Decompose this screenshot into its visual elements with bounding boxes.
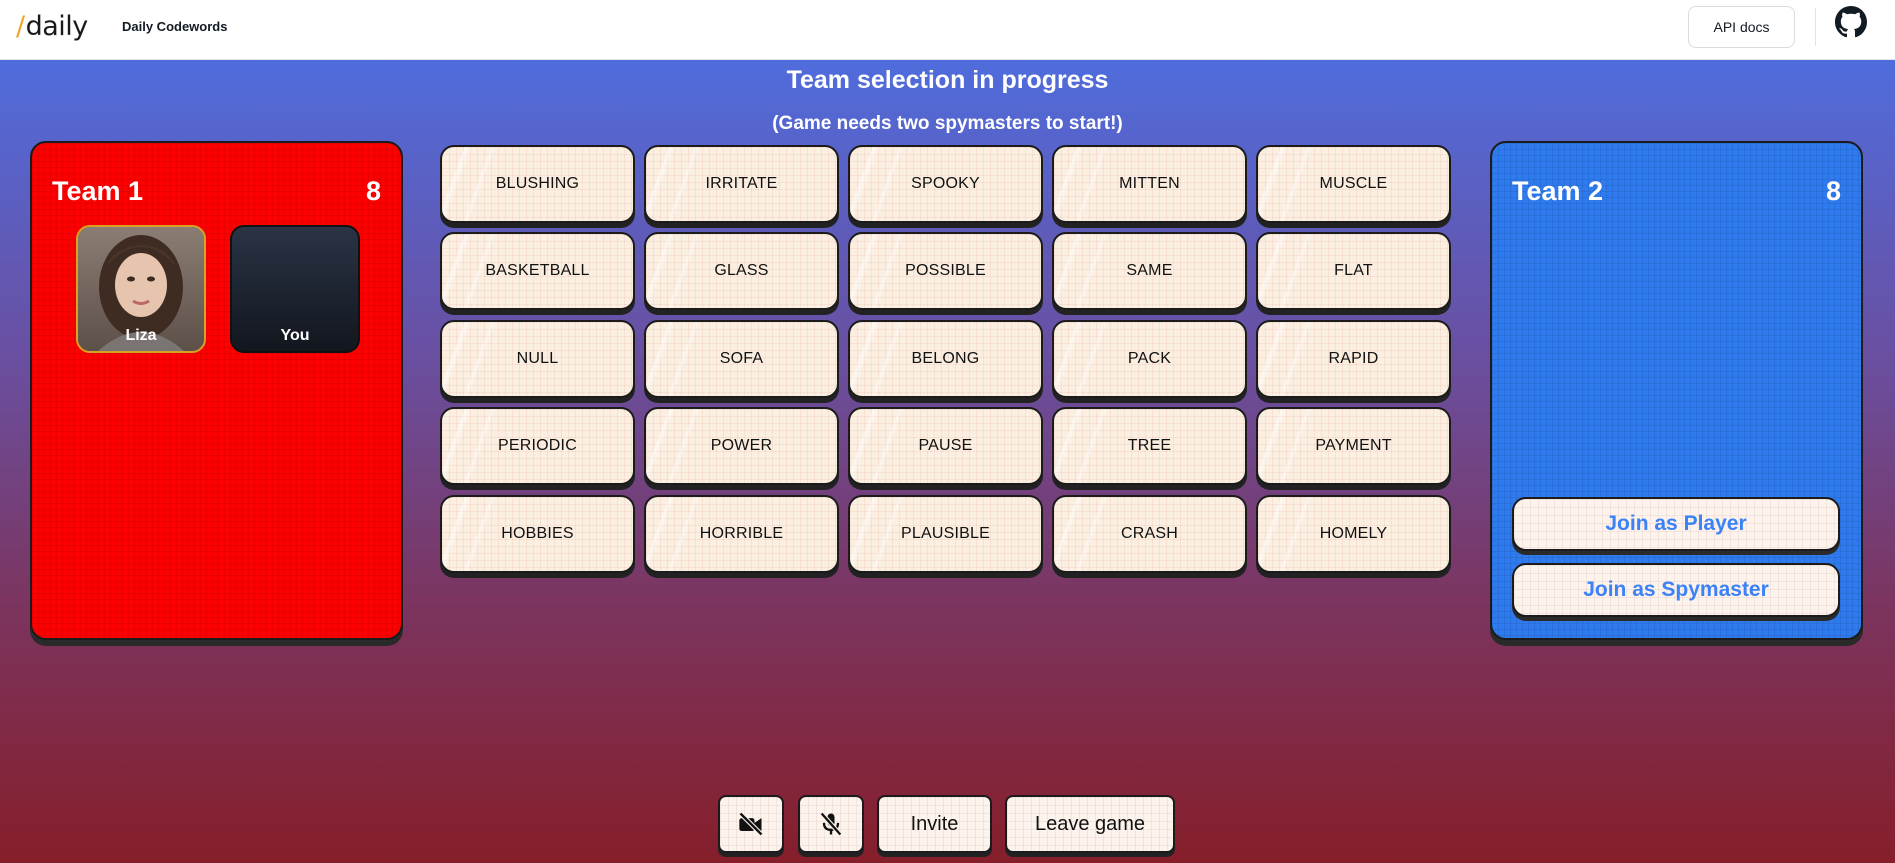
word-card[interactable]: NULL	[440, 320, 635, 398]
player-name-liza: Liza	[125, 327, 157, 344]
word-card[interactable]: BASKETBALL	[440, 232, 635, 310]
word-card[interactable]: RAPID	[1256, 320, 1451, 398]
join-as-player-button[interactable]: Join as Player	[1512, 497, 1840, 551]
word-card[interactable]: HOMELY	[1256, 495, 1451, 573]
word-card[interactable]: PACK	[1052, 320, 1247, 398]
word-card[interactable]: PERIODIC	[440, 407, 635, 485]
team-2-panel: Team 2 8 Join as Player Join as Spymaste…	[1490, 141, 1863, 640]
status-title: Team selection in progress	[786, 66, 1109, 94]
logo-text: daily	[25, 11, 89, 42]
word-card[interactable]: PAUSE	[848, 407, 1043, 485]
toggle-mic-button[interactable]	[798, 795, 864, 853]
logo-slash: /	[16, 11, 25, 42]
word-card[interactable]: MUSCLE	[1256, 145, 1451, 223]
word-card[interactable]: PLAUSIBLE	[848, 495, 1043, 573]
daily-logo[interactable]: / daily	[16, 10, 88, 44]
invite-button[interactable]: Invite	[877, 795, 992, 853]
join-as-spymaster-button[interactable]: Join as Spymaster	[1512, 563, 1840, 617]
word-card[interactable]: TREE	[1052, 407, 1247, 485]
toggle-camera-button[interactable]	[718, 795, 784, 853]
word-card[interactable]: CRASH	[1052, 495, 1247, 573]
player-tile-liza: Liza	[76, 225, 206, 353]
word-card[interactable]: BLUSHING	[440, 145, 635, 223]
word-card[interactable]: IRRITATE	[644, 145, 839, 223]
github-icon[interactable]	[1835, 6, 1867, 38]
word-card[interactable]: MITTEN	[1052, 145, 1247, 223]
word-card[interactable]: POSSIBLE	[848, 232, 1043, 310]
word-card[interactable]: FLAT	[1256, 232, 1451, 310]
team-1-panel: Team 1 8 Liza You	[30, 141, 403, 640]
word-card[interactable]: POWER	[644, 407, 839, 485]
github-icon-svg	[1835, 6, 1867, 38]
leave-game-button[interactable]: Leave game	[1005, 795, 1175, 853]
team-1-name: Team 1	[52, 176, 144, 206]
api-docs-button[interactable]: API docs	[1688, 6, 1795, 48]
player-name-you: You	[280, 327, 310, 344]
top-bar: / daily Daily Codewords API docs	[0, 0, 1895, 60]
app-name: Daily Codewords	[122, 19, 228, 34]
word-card[interactable]: HOBBIES	[440, 495, 635, 573]
header-divider	[1815, 8, 1816, 46]
word-card[interactable]: HORRIBLE	[644, 495, 839, 573]
word-card[interactable]: GLASS	[644, 232, 839, 310]
team-1-score: 8	[365, 176, 381, 206]
camera-off-icon	[738, 811, 764, 837]
word-card[interactable]: SAME	[1052, 232, 1247, 310]
team-2-name: Team 2	[1512, 176, 1604, 206]
mic-off-icon	[819, 811, 843, 837]
status-subtitle: (Game needs two spymasters to start!)	[772, 113, 1123, 134]
team-2-score: 8	[1825, 176, 1841, 206]
word-card[interactable]: SOFA	[644, 320, 839, 398]
word-card[interactable]: SPOOKY	[848, 145, 1043, 223]
word-card[interactable]: PAYMENT	[1256, 407, 1451, 485]
word-card[interactable]: BELONG	[848, 320, 1043, 398]
player-tile-you: You	[230, 225, 360, 353]
